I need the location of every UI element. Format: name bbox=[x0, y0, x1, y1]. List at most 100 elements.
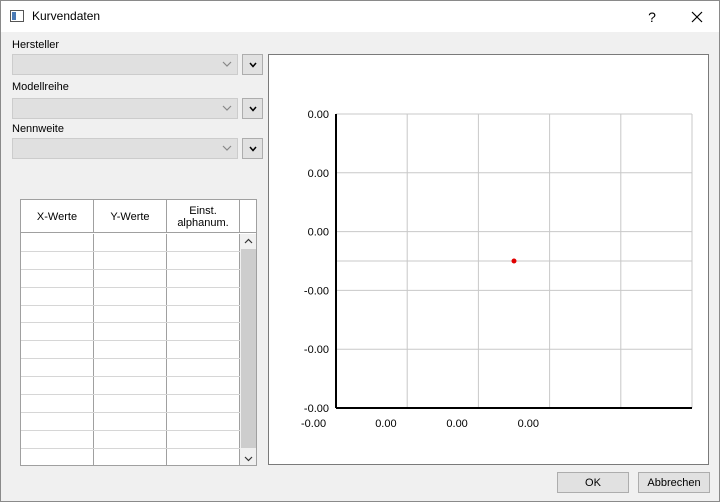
y-tick-label: 0.00 bbox=[308, 227, 329, 239]
table-cell[interactable] bbox=[94, 305, 167, 323]
app-icon bbox=[10, 10, 24, 22]
y-tick-label: -0.00 bbox=[304, 403, 329, 415]
chevron-down-icon bbox=[248, 62, 257, 68]
table-cell[interactable] bbox=[21, 430, 94, 448]
scroll-up-button[interactable] bbox=[240, 234, 256, 248]
curve-data-table[interactable]: X-Werte Y-Werte Einst. alphanum. bbox=[20, 199, 257, 466]
table-row[interactable] bbox=[21, 448, 240, 465]
cancel-button[interactable]: Abbrechen bbox=[638, 472, 710, 493]
chevron-down-icon bbox=[244, 456, 253, 462]
window-title: Kurvendaten bbox=[32, 9, 101, 23]
table-cell[interactable] bbox=[94, 359, 167, 377]
close-button[interactable] bbox=[681, 1, 713, 32]
table-cell[interactable] bbox=[167, 323, 240, 341]
table-cell[interactable] bbox=[21, 377, 94, 395]
table-cell[interactable] bbox=[167, 430, 240, 448]
table-row[interactable] bbox=[21, 287, 240, 306]
y-tick-label: 0.00 bbox=[308, 109, 329, 121]
table-row[interactable] bbox=[21, 323, 240, 342]
column-header-y[interactable]: Y-Werte bbox=[94, 200, 167, 233]
dialog-window: Kurvendaten ? Hersteller Modellreihe Nen… bbox=[0, 0, 720, 502]
nennweite-combobox[interactable] bbox=[12, 138, 238, 159]
hersteller-label: Hersteller bbox=[12, 39, 60, 51]
column-header-x[interactable]: X-Werte bbox=[21, 200, 94, 233]
table-cell[interactable] bbox=[21, 287, 94, 305]
table-row[interactable] bbox=[21, 395, 240, 413]
table-cell[interactable] bbox=[21, 395, 94, 412]
scroll-down-button[interactable] bbox=[240, 452, 256, 465]
data-point bbox=[511, 258, 517, 264]
x-tick-label: -0.00 bbox=[301, 418, 326, 430]
table-cell[interactable] bbox=[21, 448, 94, 465]
chevron-down-icon bbox=[222, 61, 232, 67]
table-cell[interactable] bbox=[21, 251, 94, 269]
modellreihe-label: Modellreihe bbox=[12, 81, 69, 93]
table-cell[interactable] bbox=[21, 269, 94, 287]
x-tick-label: 0.00 bbox=[518, 418, 539, 430]
table-header: X-Werte Y-Werte Einst. alphanum. bbox=[21, 200, 256, 233]
table-row[interactable] bbox=[21, 430, 240, 449]
plot-canvas: 0.00 0.00 0.00 -0.00 -0.00 -0.00 -0.00 0.00 0.00… bbox=[301, 109, 693, 430]
y-tick-label: 0.00 bbox=[308, 168, 329, 180]
y-tick-label: -0.00 bbox=[304, 344, 329, 356]
modellreihe-combobox[interactable] bbox=[12, 98, 238, 119]
table-cell[interactable] bbox=[167, 251, 240, 269]
table-cell[interactable] bbox=[21, 234, 94, 251]
table-cell[interactable] bbox=[94, 395, 167, 412]
table-cell[interactable] bbox=[21, 341, 94, 359]
nennweite-dropdown-button[interactable] bbox=[242, 138, 263, 159]
table-cell[interactable] bbox=[167, 448, 240, 465]
table-row[interactable] bbox=[21, 234, 240, 252]
table-cell[interactable] bbox=[21, 412, 94, 430]
chevron-down-icon bbox=[248, 106, 257, 112]
table-scrollbar[interactable] bbox=[240, 234, 256, 465]
chevron-up-icon bbox=[244, 238, 253, 244]
modellreihe-dropdown-button[interactable] bbox=[242, 98, 263, 119]
table-cell[interactable] bbox=[94, 412, 167, 430]
table-row[interactable] bbox=[21, 412, 240, 431]
nennweite-label: Nennweite bbox=[12, 123, 64, 135]
table-cell[interactable] bbox=[167, 395, 240, 412]
scroll-thumb[interactable] bbox=[241, 249, 256, 448]
y-tick-label: -0.00 bbox=[304, 285, 329, 297]
table-cell[interactable] bbox=[167, 305, 240, 323]
table-body bbox=[21, 234, 240, 465]
x-tick-label: 0.00 bbox=[375, 418, 396, 430]
table-cell[interactable] bbox=[167, 359, 240, 377]
column-header-einst[interactable]: Einst. alphanum. bbox=[167, 200, 240, 233]
table-row[interactable] bbox=[21, 269, 240, 288]
table-cell[interactable] bbox=[21, 305, 94, 323]
table-cell[interactable] bbox=[94, 377, 167, 395]
table-cell[interactable] bbox=[94, 287, 167, 305]
table-cell[interactable] bbox=[167, 341, 240, 359]
chevron-down-icon bbox=[222, 105, 232, 111]
table-cell[interactable] bbox=[94, 323, 167, 341]
table-cell[interactable] bbox=[94, 341, 167, 359]
table-cell[interactable] bbox=[94, 269, 167, 287]
curve-plot: 0.00 0.00 0.00 -0.00 -0.00 -0.00 -0.00 0.00 0.00… bbox=[268, 54, 709, 465]
title-bar[interactable]: Kurvendaten ? bbox=[1, 1, 719, 32]
chevron-down-icon bbox=[248, 146, 257, 152]
table-row[interactable] bbox=[21, 305, 240, 324]
table-cell[interactable] bbox=[167, 412, 240, 430]
table-cell[interactable] bbox=[94, 448, 167, 465]
table-cell[interactable] bbox=[94, 234, 167, 251]
hersteller-dropdown-button[interactable] bbox=[242, 54, 263, 75]
ok-button[interactable]: OK bbox=[557, 472, 629, 493]
table-cell[interactable] bbox=[21, 359, 94, 377]
table-cell[interactable] bbox=[167, 269, 240, 287]
table-cell[interactable] bbox=[167, 287, 240, 305]
table-cell[interactable] bbox=[94, 251, 167, 269]
hersteller-combobox[interactable] bbox=[12, 54, 238, 75]
table-row[interactable] bbox=[21, 341, 240, 360]
table-cell[interactable] bbox=[94, 430, 167, 448]
help-button[interactable]: ? bbox=[639, 1, 665, 32]
close-icon bbox=[691, 11, 703, 22]
table-cell[interactable] bbox=[167, 377, 240, 395]
table-row[interactable] bbox=[21, 359, 240, 378]
table-row[interactable] bbox=[21, 251, 240, 270]
table-cell[interactable] bbox=[167, 234, 240, 251]
chevron-down-icon bbox=[222, 145, 232, 151]
table-cell[interactable] bbox=[21, 323, 94, 341]
table-row[interactable] bbox=[21, 377, 240, 396]
